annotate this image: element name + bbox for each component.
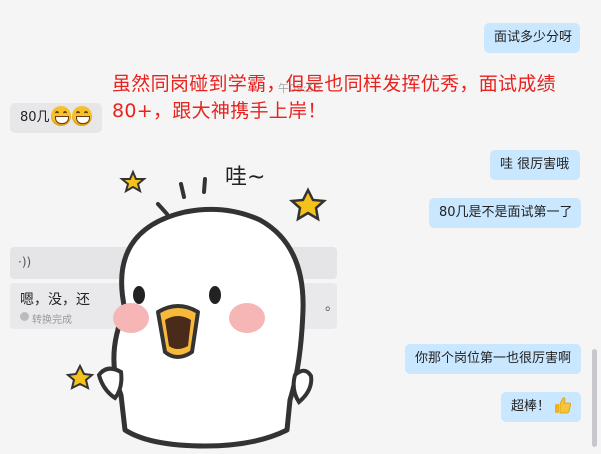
message-text: 超棒！ bbox=[511, 399, 551, 414]
sticker-text: 哇~ bbox=[225, 165, 265, 190]
message-text: 80几 bbox=[20, 110, 50, 125]
star-icon bbox=[119, 169, 147, 194]
star-icon bbox=[65, 363, 95, 390]
message-bubble-outgoing[interactable]: 哇 很厉害哦 bbox=[490, 150, 580, 180]
message-bubble-outgoing[interactable]: 面试多少分呀 bbox=[484, 23, 580, 53]
message-bubble-incoming[interactable]: 80几 bbox=[10, 103, 102, 133]
message-text: 哇 很厉害哦 bbox=[500, 157, 570, 172]
grin-emoji-icon bbox=[50, 106, 71, 126]
chat-top-edge bbox=[0, 0, 601, 10]
check-icon bbox=[20, 312, 29, 321]
thumbs-up-icon bbox=[555, 397, 572, 414]
scrollbar-thumb[interactable] bbox=[592, 349, 597, 447]
message-bubble-outgoing[interactable]: 80几是不是面试第一了 bbox=[429, 198, 581, 228]
scrollbar[interactable] bbox=[589, 0, 601, 454]
message-bubble-outgoing[interactable]: 超棒！ bbox=[501, 392, 581, 422]
message-text: 你那个岗位第一也很厉害啊 bbox=[415, 351, 572, 366]
message-text: 80几是不是面试第一了 bbox=[439, 205, 573, 220]
voice-wave-icon: ·)) bbox=[18, 255, 32, 269]
star-icon bbox=[288, 187, 328, 222]
message-text: 面试多少分呀 bbox=[494, 30, 573, 45]
duck-sticker: 哇~ bbox=[65, 165, 328, 449]
message-bubble-outgoing[interactable]: 你那个岗位第一也很厉害啊 bbox=[405, 344, 581, 374]
grin-emoji-icon bbox=[71, 106, 92, 126]
overlay-caption: 虽然同岗碰到学霸，但是也同样发挥优秀，面试成绩80+，跟大神携手上岸！ bbox=[112, 73, 556, 122]
chat-window: 面试多少分呀 80几 午09:55 哇 很厉害哦 80几是不是面试第一了 ·))… bbox=[0, 0, 601, 454]
